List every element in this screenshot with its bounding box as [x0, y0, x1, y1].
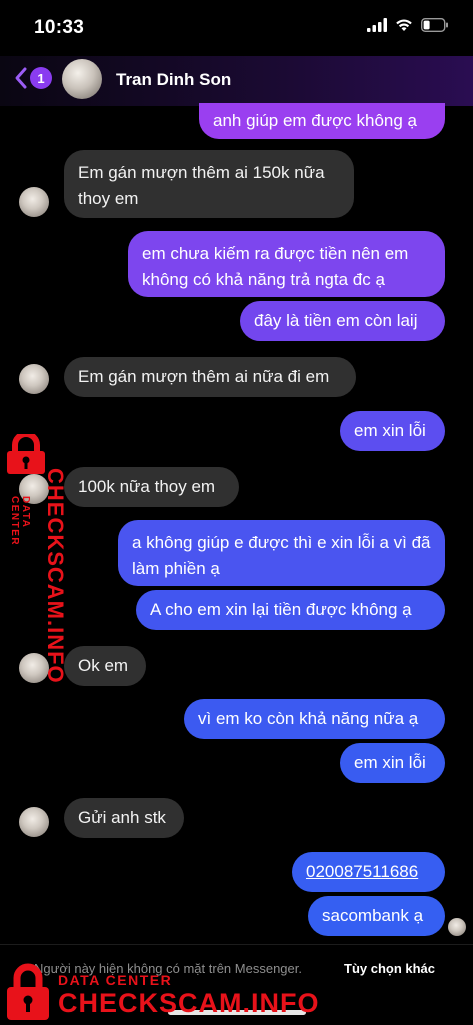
message-bubble-outgoing[interactable]: em xin lỗi [340, 411, 445, 451]
message-bubble-outgoing[interactable]: A cho em xin lại tiền được không ạ [136, 590, 445, 630]
read-receipt-avatar [448, 918, 466, 936]
watermark-label-vertical: DATA CENTER [9, 496, 31, 547]
watermark-site: CHECKSCAM.INFO [58, 988, 320, 1018]
message-bubble-outgoing[interactable]: a không giúp e được thì e xin lỗi a vì đ… [118, 520, 445, 586]
message-bubble-incoming[interactable]: Ok em [64, 646, 146, 686]
message-bubble-outgoing[interactable]: vì em ko còn khả năng nữa ạ [184, 699, 445, 739]
more-options-link[interactable]: Tùy chọn khác [344, 961, 435, 976]
message-bubble-outgoing-link[interactable]: 020087511686 [292, 852, 445, 892]
message-bubble-outgoing[interactable]: em xin lỗi [340, 743, 445, 783]
message-bubble-incoming[interactable]: 100k nữa thoy em [64, 467, 239, 507]
message-bubble-incoming[interactable]: Gửi anh stk [64, 798, 184, 838]
message-bubble-outgoing[interactable]: anh giúp em được không ạ [199, 103, 445, 139]
message-bubble-incoming[interactable]: Em gán mượn thêm ai nữa đi em [64, 357, 356, 397]
message-bubble-incoming[interactable]: Em gán mượn thêm ai 150k nữa thoy em [64, 150, 354, 218]
watermark-label: DATA CENTER [58, 972, 173, 988]
message-bubble-outgoing[interactable]: em chưa kiếm ra được tiền nên em không c… [128, 231, 445, 297]
message-list: anh giúp em được không ạ Em gán mượn thê… [0, 0, 473, 1024]
watermark-site-vertical: CHECKSCAM.INFO [43, 468, 68, 684]
message-bubble-outgoing[interactable]: đây là tiền em còn laij [240, 301, 445, 341]
lock-icon [7, 963, 49, 1020]
contact-avatar-small [19, 807, 49, 837]
contact-avatar-small [19, 364, 49, 394]
message-bubble-outgoing[interactable]: sacombank ạ [308, 896, 445, 936]
contact-avatar-small [19, 187, 49, 217]
